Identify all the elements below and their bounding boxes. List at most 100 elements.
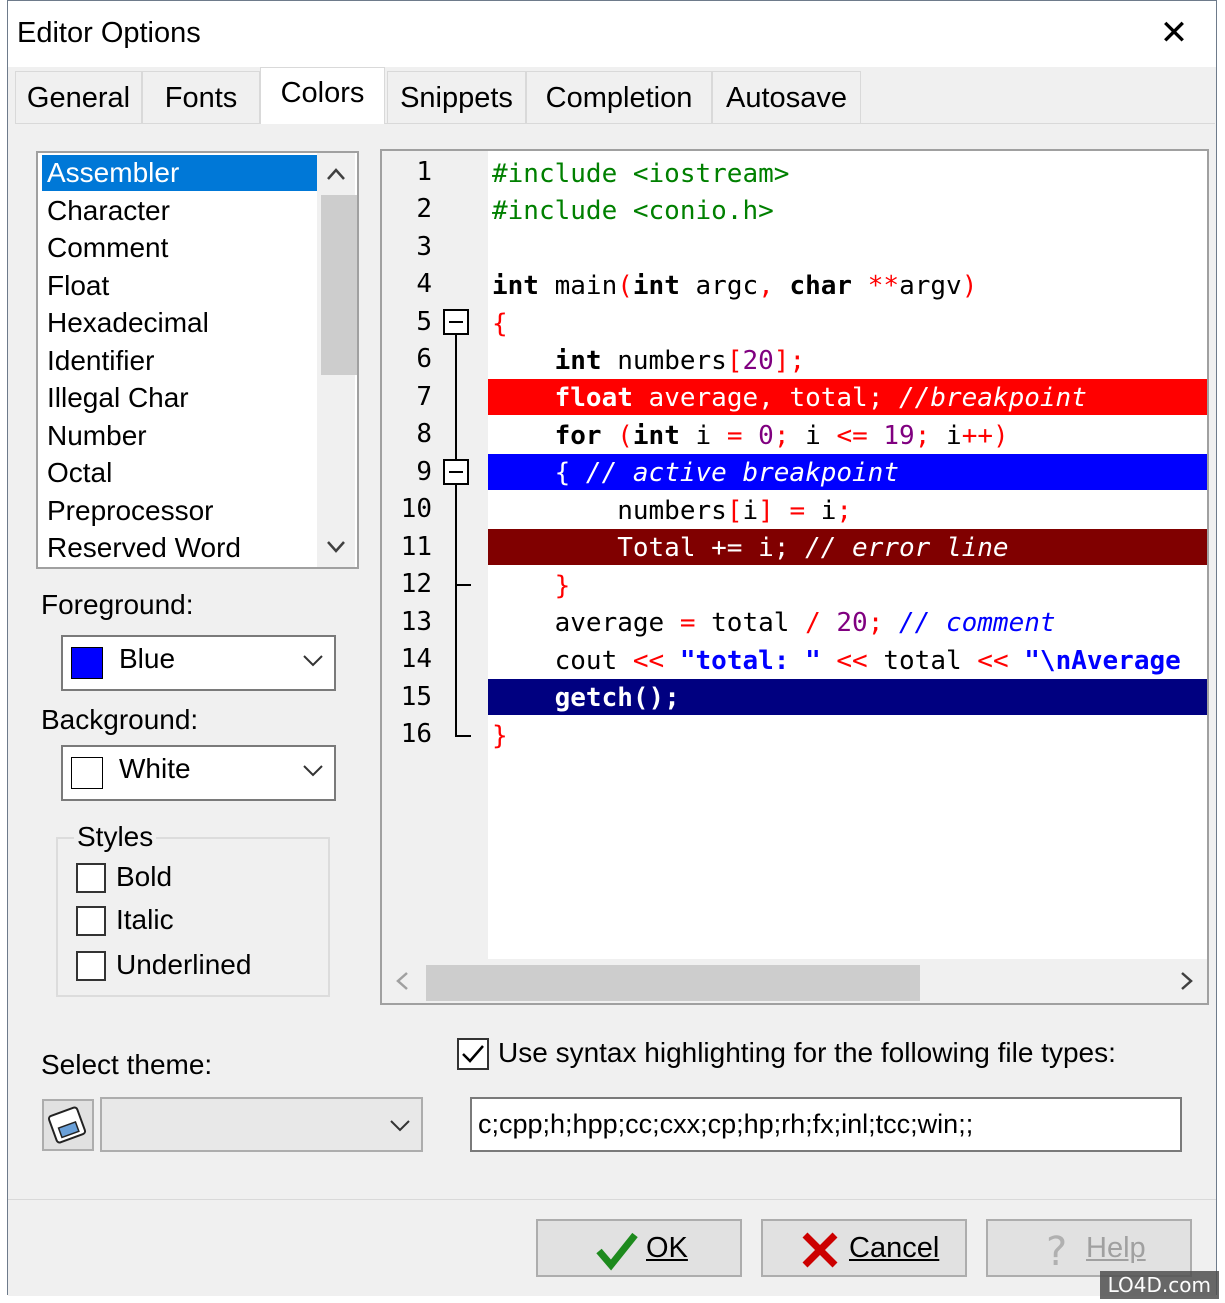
background-swatch bbox=[71, 757, 103, 789]
editor-options-dialog: Editor Options ✕ General Fonts Colors Sn… bbox=[7, 0, 1217, 1296]
line-number: 11 bbox=[400, 532, 432, 562]
list-item[interactable]: Preprocessor bbox=[42, 493, 317, 529]
list-scrollbar[interactable] bbox=[317, 153, 357, 567]
ok-button-label: OK bbox=[646, 1232, 688, 1264]
title-bar: Editor Options ✕ bbox=[8, 1, 1216, 67]
bold-checkbox[interactable] bbox=[76, 863, 106, 893]
fold-line bbox=[455, 323, 457, 735]
list-item[interactable]: Number bbox=[42, 418, 317, 454]
code-line: average = total / 20; // comment bbox=[492, 608, 1056, 638]
select-theme-label: Select theme: bbox=[41, 1049, 213, 1080]
list-item[interactable]: Comment bbox=[42, 230, 317, 266]
tab-autosave[interactable]: Autosave bbox=[712, 71, 861, 123]
list-item[interactable]: Float bbox=[42, 268, 317, 304]
styles-group: Styles Bold Italic Underlined bbox=[56, 821, 330, 997]
scroll-up-icon[interactable] bbox=[317, 153, 355, 193]
code-line: { bbox=[492, 309, 508, 339]
line-number: 6 bbox=[416, 344, 432, 374]
code-line: getch(); bbox=[554, 683, 680, 713]
styles-title: Styles bbox=[74, 821, 157, 853]
help-icon: ? bbox=[1046, 1229, 1067, 1271]
scroll-down-icon[interactable] bbox=[317, 527, 355, 567]
tab-completion[interactable]: Completion bbox=[526, 71, 712, 123]
checkmark-icon bbox=[596, 1232, 638, 1271]
list-item[interactable]: Hexadecimal bbox=[42, 305, 317, 341]
save-theme-button[interactable] bbox=[42, 1099, 94, 1151]
list-scroll-thumb[interactable] bbox=[321, 195, 357, 375]
code-line: for (int i = 0; i <= 19; i++) bbox=[554, 421, 1009, 451]
watermark: LO4D.com bbox=[1099, 1271, 1219, 1299]
line-number: 7 bbox=[416, 382, 432, 412]
code-line: float average, total; //breakpoint bbox=[554, 383, 1087, 413]
italic-label: Italic bbox=[116, 904, 174, 935]
code-line: #include <iostream> bbox=[492, 159, 790, 189]
background-color-select[interactable]: White bbox=[61, 745, 336, 801]
tab-strip: General Fonts Colors Snippets Completion… bbox=[15, 67, 1216, 124]
line-number: 5 bbox=[416, 307, 432, 337]
chevron-down-icon bbox=[303, 765, 323, 777]
underlined-checkbox[interactable] bbox=[76, 951, 106, 981]
theme-select[interactable] bbox=[100, 1097, 423, 1152]
list-item[interactable]: Reserved Word bbox=[42, 530, 317, 566]
editor-hscrollbar[interactable] bbox=[382, 959, 1207, 1003]
italic-checkbox[interactable] bbox=[76, 906, 106, 936]
close-icon bbox=[802, 1232, 838, 1268]
line-number: 9 bbox=[416, 457, 432, 487]
syntax-element-list[interactable]: Assembler Character Comment Float Hexade… bbox=[36, 151, 359, 569]
code-line: int numbers[20]; bbox=[554, 346, 806, 376]
line-number: 16 bbox=[400, 719, 432, 749]
code-line: cout << "total: " << total << "\nAverage bbox=[492, 646, 1181, 676]
foreground-value: Blue bbox=[119, 643, 176, 674]
cancel-button[interactable]: Cancel bbox=[761, 1219, 967, 1277]
background-value: White bbox=[119, 753, 191, 784]
list-item[interactable]: Assembler bbox=[42, 155, 317, 191]
line-number: 4 bbox=[416, 269, 432, 299]
line-number: 13 bbox=[400, 607, 432, 637]
help-button-label: Help bbox=[1086, 1232, 1146, 1264]
ok-button[interactable]: OK bbox=[536, 1219, 742, 1277]
code-preview[interactable]: 1 2 3 4 5 6 7 8 9 10 11 12 13 14 15 16 #… bbox=[380, 149, 1209, 1005]
line-number-gutter: 1 2 3 4 5 6 7 8 9 10 11 12 13 14 15 16 bbox=[382, 151, 488, 959]
scroll-left-icon[interactable] bbox=[382, 959, 422, 1003]
syntax-highlighting-checkbox[interactable] bbox=[457, 1038, 489, 1070]
foreground-label: Foreground: bbox=[41, 589, 194, 620]
code-line: } bbox=[554, 571, 571, 601]
tab-fonts[interactable]: Fonts bbox=[142, 71, 260, 123]
line-number: 8 bbox=[416, 419, 432, 449]
line-number: 3 bbox=[416, 232, 432, 262]
tab-general[interactable]: General bbox=[15, 71, 142, 123]
checkmark-icon bbox=[462, 1045, 484, 1063]
list-item[interactable]: Character bbox=[42, 193, 317, 229]
list-item[interactable]: Illegal Char bbox=[42, 380, 317, 416]
line-number: 12 bbox=[400, 569, 432, 599]
underlined-label: Underlined bbox=[116, 949, 252, 980]
foreground-color-select[interactable]: Blue bbox=[61, 635, 336, 691]
tab-colors[interactable]: Colors bbox=[260, 67, 385, 124]
line-number: 1 bbox=[416, 157, 432, 187]
list-item[interactable]: Octal bbox=[42, 455, 317, 491]
help-button[interactable]: ? Help bbox=[986, 1219, 1192, 1277]
bold-label: Bold bbox=[116, 861, 173, 892]
fold-end-mark bbox=[455, 584, 471, 586]
editor-scroll-thumb[interactable] bbox=[426, 965, 920, 1001]
fold-collapse-icon[interactable] bbox=[443, 459, 469, 485]
code-area[interactable]: #include <iostream> #include <conio.h> i… bbox=[488, 151, 1207, 959]
chevron-down-icon bbox=[303, 655, 323, 667]
line-number: 10 bbox=[400, 494, 432, 524]
line-number: 14 bbox=[400, 644, 432, 674]
close-icon[interactable]: ✕ bbox=[1152, 13, 1196, 53]
tab-snippets[interactable]: Snippets bbox=[387, 71, 526, 123]
fold-collapse-icon[interactable] bbox=[443, 309, 469, 335]
chevron-down-icon bbox=[390, 1120, 410, 1132]
cancel-button-label: Cancel bbox=[849, 1232, 940, 1264]
scroll-right-icon[interactable] bbox=[1167, 959, 1207, 1003]
file-types-input[interactable]: c;cpp;h;hpp;cc;cxx;cp;hp;rh;fx;inl;tcc;w… bbox=[470, 1097, 1182, 1152]
disk-icon bbox=[47, 1106, 87, 1144]
list-item[interactable]: Identifier bbox=[42, 343, 317, 379]
code-line: Total += i; // error line bbox=[492, 533, 1009, 563]
code-line: int main(int argc, char **argv) bbox=[492, 271, 978, 301]
code-line: numbers[i] = i; bbox=[492, 496, 853, 526]
foreground-swatch bbox=[71, 647, 103, 679]
background-label: Background: bbox=[41, 704, 199, 735]
code-line: { // active breakpoint bbox=[492, 458, 899, 488]
